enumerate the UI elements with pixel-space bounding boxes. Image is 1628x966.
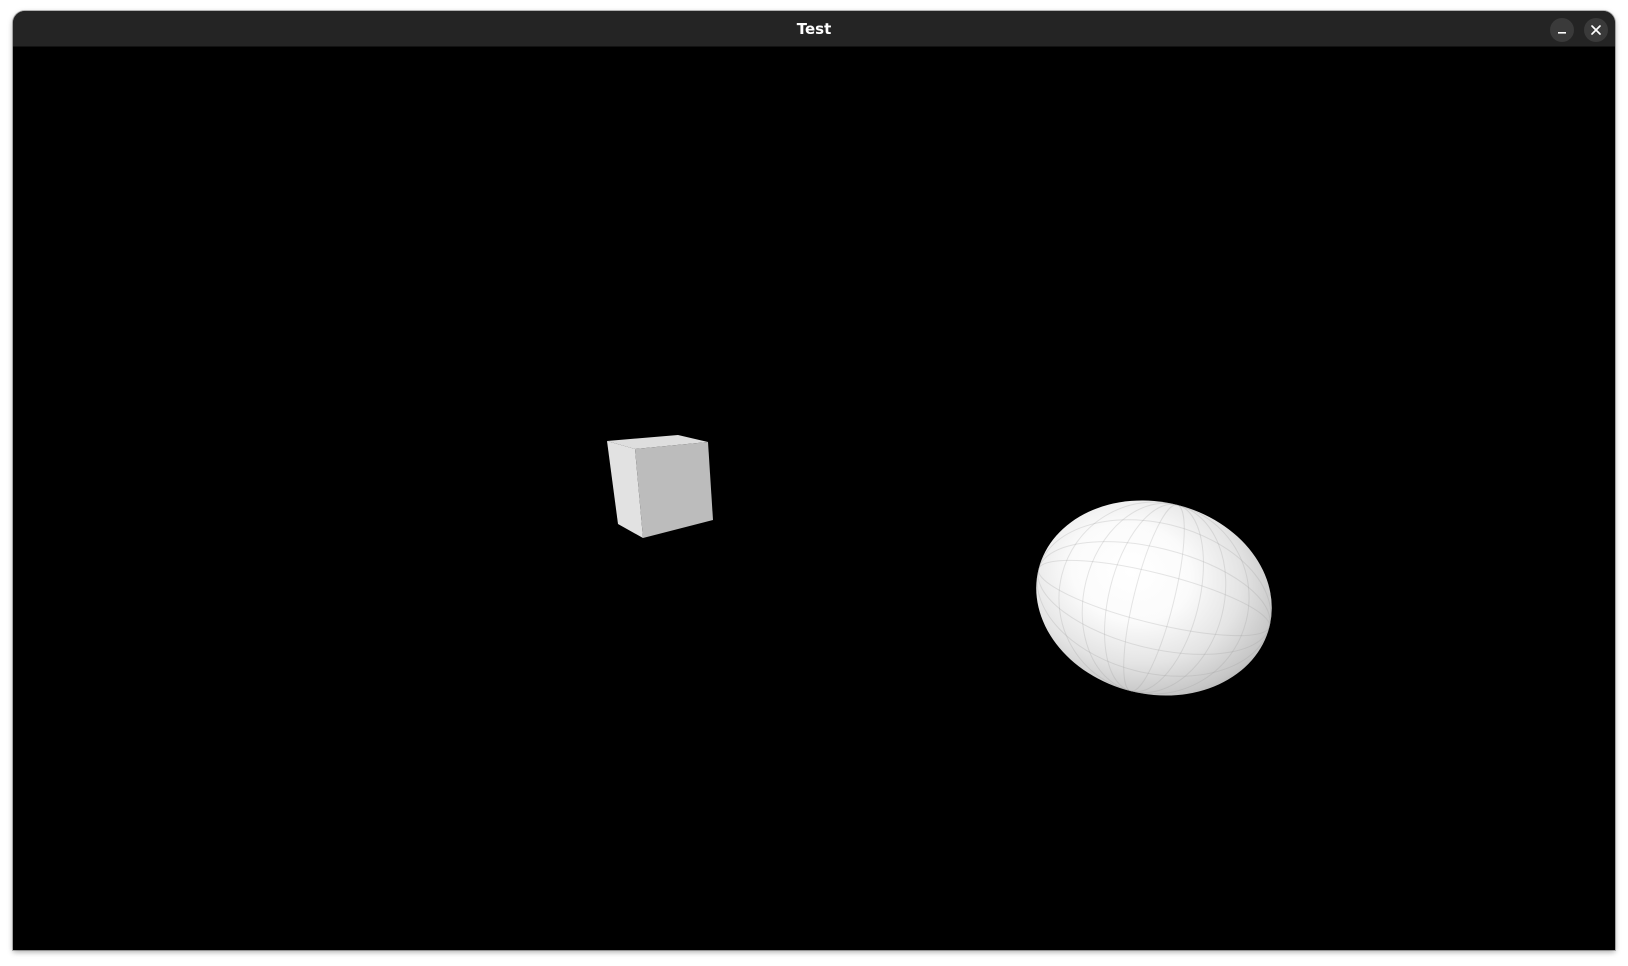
window-title: Test	[796, 20, 832, 38]
ellipsoid-object	[1036, 500, 1272, 696]
cube-object	[607, 435, 713, 538]
close-icon	[1591, 25, 1601, 35]
scene-canvas	[607, 435, 1272, 696]
app-window: Test	[13, 11, 1615, 950]
minimize-icon	[1558, 32, 1566, 34]
render-viewport[interactable]	[13, 47, 1615, 950]
title-bar[interactable]: Test	[13, 11, 1615, 47]
close-button[interactable]	[1584, 18, 1608, 42]
minimize-button[interactable]	[1550, 18, 1574, 42]
